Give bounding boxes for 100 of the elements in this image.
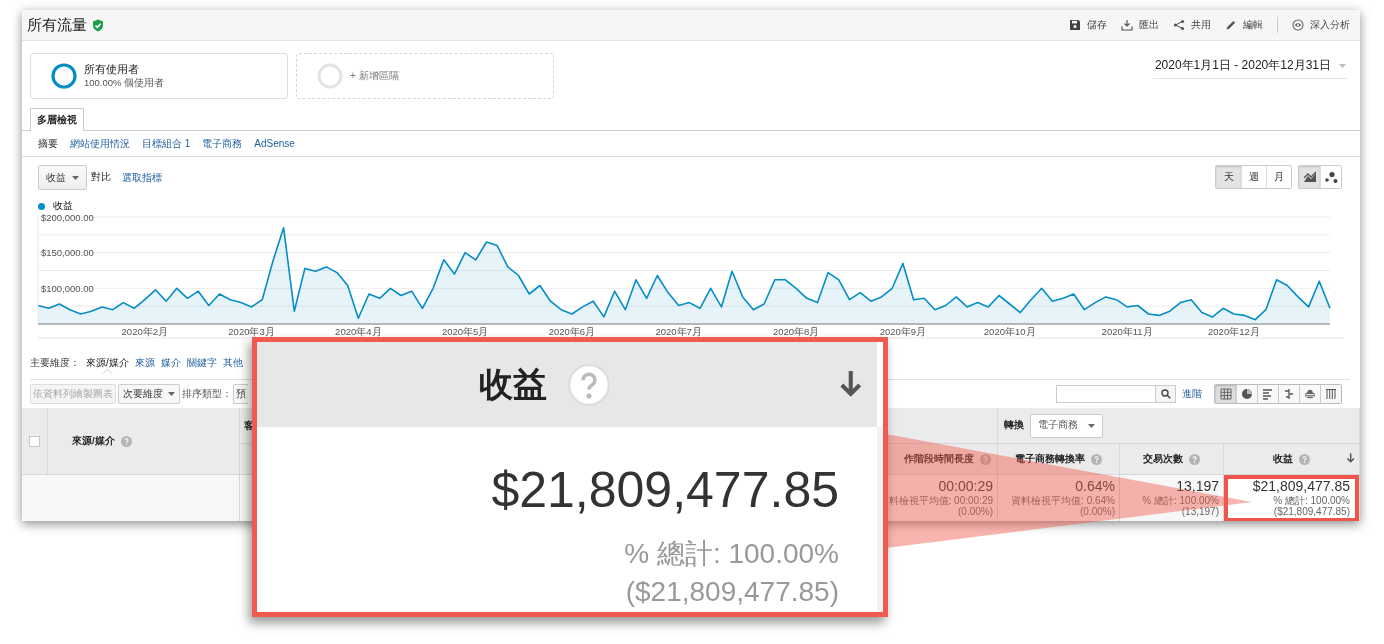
- magnified-total: ($21,809,477.85): [624, 575, 839, 609]
- search-icon: [1160, 389, 1171, 399]
- compare-label: 對比: [91, 170, 111, 184]
- view-toggle-button[interactable]: [1278, 385, 1299, 403]
- sort-type-label: 排序類型：: [182, 387, 232, 401]
- y-axis-label: $100,000.00: [41, 282, 94, 294]
- magnified-value: $21,809,477.85: [490, 461, 839, 518]
- column-header[interactable]: 電子商務轉換率: [1015, 452, 1102, 466]
- period-button[interactable]: 月: [1266, 166, 1291, 188]
- pencil-icon: [1225, 19, 1237, 31]
- select-metric-link[interactable]: 選取指標: [122, 172, 162, 185]
- x-axis-label: 2020年9月: [879, 325, 927, 337]
- caret-icon: [1088, 423, 1095, 428]
- edit-button[interactable]: 編輯: [1225, 16, 1263, 34]
- x-axis-label: 2020年11月: [1101, 325, 1153, 337]
- checkbox[interactable]: [29, 435, 40, 447]
- x-axis-label: 2020年2月: [121, 325, 168, 337]
- dimension-link[interactable]: 來源: [134, 356, 155, 370]
- advanced-link[interactable]: 進階: [1182, 387, 1202, 401]
- export-button[interactable]: 匯出: [1121, 16, 1159, 34]
- line-chart-icon: [1302, 171, 1317, 183]
- report-link[interactable]: AdSense: [254, 138, 295, 149]
- period-button[interactable]: 天: [1216, 166, 1241, 188]
- insights-button[interactable]: 深入分析: [1292, 16, 1350, 34]
- column-header[interactable]: 交易次數: [1143, 452, 1200, 466]
- download-icon: [1121, 19, 1133, 31]
- dimension-label: 主要維度：: [30, 356, 80, 370]
- cell-value: 0.64%: [1075, 479, 1115, 496]
- cloud-icon: [1304, 388, 1316, 400]
- conversion-dropdown[interactable]: 電子商務: [1030, 413, 1103, 438]
- cell-total: ($21,809,477.85): [1273, 506, 1350, 518]
- x-axis-label: 2020年3月: [228, 325, 275, 337]
- cell-note: 資料檢視平均值: 0.64%: [1011, 495, 1115, 507]
- report-tab[interactable]: 多層檢視: [30, 108, 84, 131]
- segment-ring-icon: [51, 63, 77, 89]
- add-segment-button[interactable]: + 新增區隔: [296, 53, 554, 99]
- report-link[interactable]: 網站使用情況: [70, 136, 130, 151]
- magnified-column-title: 收益: [479, 363, 547, 405]
- cell-note: % 總計: 100.00%: [1273, 495, 1350, 507]
- dimension-link[interactable]: 關鍵字: [186, 356, 217, 370]
- cell-note: 料檢視平均值: 00:00:29: [888, 495, 993, 507]
- view-toggle-button[interactable]: [1257, 385, 1278, 403]
- cell-total: (0.00%): [958, 506, 993, 518]
- view-toggle-button[interactable]: [1215, 385, 1236, 403]
- segment-ring-icon: [317, 63, 343, 89]
- segment-name: 所有使用者: [84, 62, 140, 77]
- share-button[interactable]: 共用: [1173, 16, 1211, 34]
- y-axis-label: $150,000.00: [41, 247, 94, 259]
- segment-detail: 100.00% 個使用者: [84, 76, 165, 90]
- dimension-link[interactable]: 媒介: [160, 356, 181, 370]
- bubbles-icon: [1324, 171, 1338, 183]
- caret-icon: [168, 392, 175, 396]
- x-axis-label: 2020年5月: [441, 325, 489, 337]
- cell-value: 13,197: [1176, 479, 1219, 496]
- share-icon: [1173, 19, 1185, 31]
- report-link[interactable]: 電子商務: [202, 136, 243, 151]
- secondary-dimension-dropdown[interactable]: 次要維度: [118, 384, 180, 404]
- report-link[interactable]: 目標組合 1: [142, 136, 191, 151]
- column-header[interactable]: 作階段時間長度: [904, 452, 991, 466]
- metric-dropdown[interactable]: 收益: [38, 165, 87, 190]
- date-range-picker[interactable]: 2020年1月1日 - 2020年12月31日: [1152, 55, 1348, 79]
- cell-total: (13,197): [1181, 506, 1219, 518]
- save-button[interactable]: 儲存: [1069, 16, 1107, 34]
- caret-icon: [72, 175, 79, 180]
- column-header[interactable]: 來源/媒介: [72, 434, 132, 448]
- save-icon: [1069, 19, 1081, 31]
- pie-chart-icon: [1241, 388, 1253, 400]
- x-axis-label: 2020年12月: [1208, 325, 1260, 337]
- page-title: 所有流量: [27, 15, 87, 35]
- comparison-icon: [1283, 388, 1295, 400]
- sort-type-dropdown[interactable]: 預: [233, 384, 248, 404]
- line-chart-button[interactable]: [1299, 166, 1320, 188]
- caret-icon: [1339, 63, 1346, 68]
- dimension-link[interactable]: 其他: [222, 356, 243, 370]
- x-axis-label: 2020年4月: [335, 325, 382, 337]
- x-axis-label: 2020年6月: [548, 325, 596, 337]
- magnified-share: % 總計: 100.00%: [623, 537, 839, 571]
- x-axis-label: 2020年10月: [983, 325, 1036, 337]
- column-header[interactable]: 收益: [1273, 452, 1310, 466]
- x-axis-label: 2020年8月: [772, 325, 820, 337]
- cell-value: 00:00:29: [938, 479, 993, 496]
- view-toggle-button[interactable]: [1320, 385, 1341, 403]
- bar-list-icon: [1262, 388, 1274, 400]
- search-field[interactable]: [1056, 385, 1176, 403]
- insights-icon: [1292, 19, 1304, 31]
- search-button[interactable]: [1155, 386, 1175, 402]
- view-toggle-button[interactable]: [1299, 385, 1320, 403]
- cell-total: (0.00%): [1080, 506, 1115, 518]
- segment-card[interactable]: 所有使用者 100.00% 個使用者: [30, 53, 288, 99]
- view-toggle-button[interactable]: [1236, 385, 1257, 403]
- report-link[interactable]: 摘要: [38, 136, 58, 151]
- legend-label: 收益: [53, 199, 73, 213]
- cell-value: $21,809,477.85: [1252, 479, 1350, 496]
- table-view-icon: [1219, 388, 1232, 400]
- motion-chart-button[interactable]: [1320, 166, 1341, 188]
- conversion-label: 轉換: [1004, 419, 1024, 432]
- y-axis-label: $200,000.00: [41, 213, 94, 223]
- x-axis-label: 2020年7月: [655, 325, 702, 337]
- cell-note: % 總計: 100.00%: [1142, 495, 1219, 507]
- pivot-icon: [1325, 388, 1337, 400]
